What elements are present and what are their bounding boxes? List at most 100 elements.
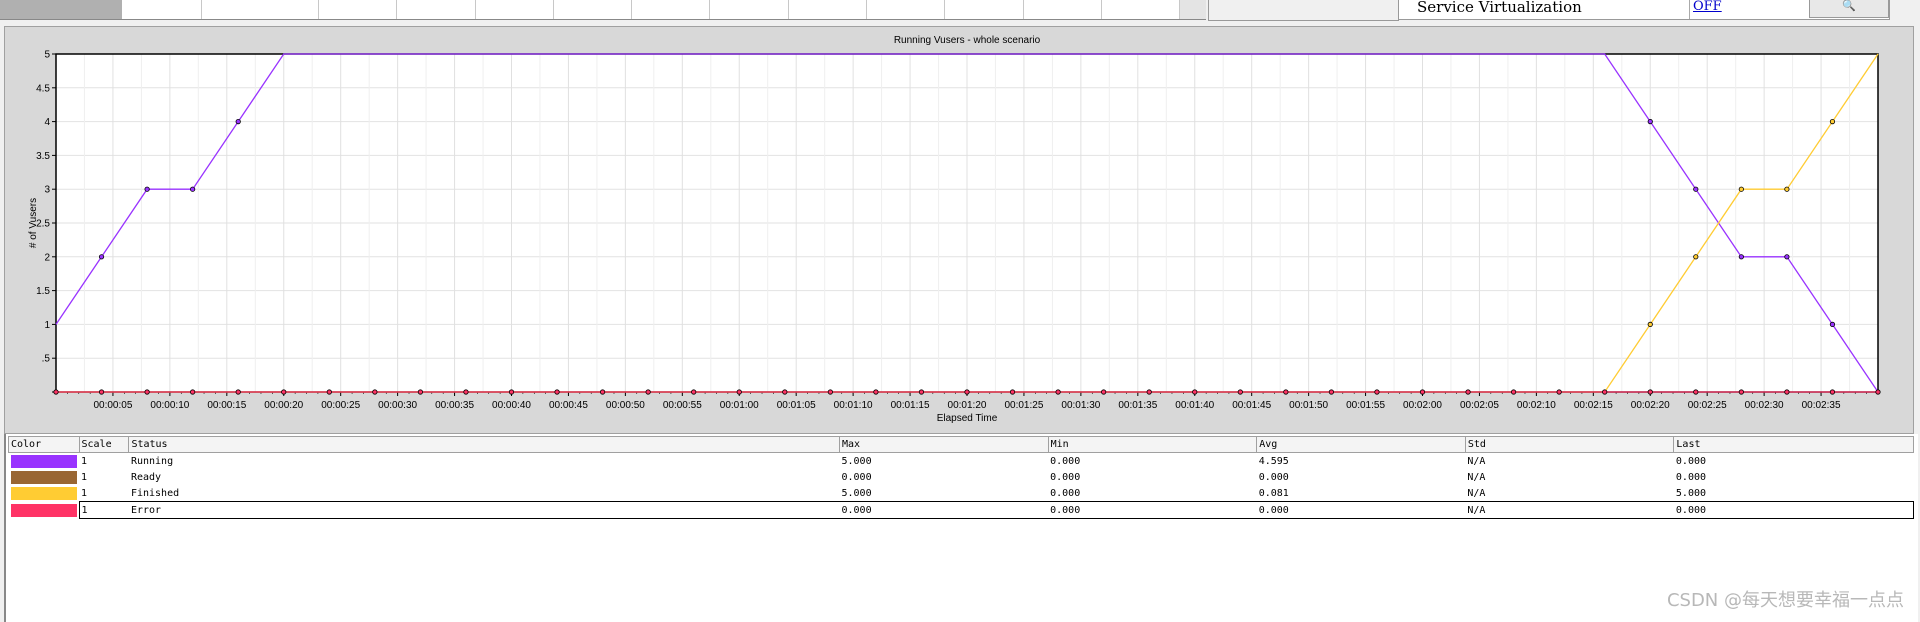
legend-row-running[interactable]: 1 Running 5.000 0.000 4.595 N/A 0.000 [9,453,1914,470]
legend-row-ready[interactable]: 1 Ready 0.000 0.000 0.000 N/A 0.000 [9,469,1914,485]
top-grid-cell [710,0,789,19]
top-grid-cell [1102,0,1181,19]
x-tick-label: 00:02:35 [1802,400,1841,411]
data-point-error [144,389,150,395]
legend-header-row: Color Scale Status Max Min Avg Std Last [8,436,1914,453]
color-swatch[interactable] [10,470,77,484]
legend-row-error[interactable]: 1 Error 0.000 0.000 0.000 N/A 0.000 [9,501,1914,519]
x-tick-label: 00:01:20 [948,400,987,411]
x-tick-label: 00:02:25 [1688,400,1727,411]
color-swatch[interactable] [10,503,77,517]
data-point-error [1009,389,1016,395]
data-point-finished [1693,254,1699,260]
watermark: CSDN @每天想要幸福一点点 [1666,590,1904,611]
data-point-error [1647,389,1653,395]
x-tick-label: 00:00:35 [435,400,474,411]
legend-header-scale[interactable]: Scale [78,436,130,453]
legend-cell-max: 5.000 [841,455,872,467]
top-grid-cell [632,0,711,19]
legend-cell-min: 0.000 [1050,487,1081,499]
data-point-error [1829,389,1836,395]
y-tick-label: 3 [44,185,50,196]
legend-cell-last: 0.000 [1675,455,1707,467]
legend-cell-std: N/A [1467,471,1486,483]
data-point-error [1101,389,1107,395]
color-swatch[interactable] [10,486,77,500]
x-tick-label: 00:01:00 [720,400,759,411]
top-grid-cell [945,0,1024,19]
top-grid-cell [1024,0,1102,19]
legend-table: Color Scale Status Max Min Avg Std Last 1 Runnin… [8,436,1914,519]
x-tick-label: 00:01:45 [1232,400,1271,411]
legend-cell-std: N/A [1467,455,1486,467]
legend-header-avg[interactable]: Avg [1256,436,1466,453]
data-point-error [736,389,742,395]
legend-color-cell[interactable] [9,502,80,519]
legend-header-status[interactable]: Status [128,436,840,453]
legend-header-color[interactable]: Color [8,436,80,453]
top-grid-scrollbar[interactable] [1180,0,1206,20]
top-grid-cell [202,0,320,19]
data-point-error [98,389,105,395]
data-point-running [1784,254,1790,260]
data-point-running [1693,186,1699,192]
data-point-error [645,389,651,395]
x-tick-label: 00:00:45 [549,400,588,411]
legend-cell-status: Ready [130,471,162,483]
data-point-error [1784,389,1790,395]
x-tick-label: 00:00:20 [264,400,303,411]
data-point-running [190,186,196,192]
data-point-error [372,389,378,395]
y-tick-label: 4 [44,117,50,128]
x-tick-label: 00:01:30 [1061,400,1100,411]
legend-color-cell[interactable] [9,453,80,470]
legend-cell-max: 0.000 [841,471,872,483]
data-point-error [1055,389,1061,395]
legend-panel: Color Scale Status Max Min Avg Std Last 1 Runnin… [4,434,1918,622]
top-grid-cell [554,0,633,19]
data-point-error [326,389,332,395]
color-swatch[interactable] [10,454,77,468]
y-tick-label: 5 [44,50,50,61]
legend-cell-avg: 0.000 [1256,501,1466,519]
data-point-error [1146,389,1152,395]
legend-cell-avg: 4.595 [1258,455,1289,467]
legend-row-finished[interactable]: 1 Finished 5.000 0.000 0.081 N/A 5.000 [9,485,1914,502]
legend-color-cell[interactable] [9,469,80,485]
data-point-error [1511,389,1517,395]
data-point-error [1738,389,1744,395]
legend-header-min[interactable]: Min [1047,436,1258,453]
legend-cell-max: 0.000 [839,501,1049,519]
x-tick-label: 00:02:20 [1631,400,1670,411]
legend-header-last[interactable]: Last [1673,436,1914,453]
legend-header-max[interactable]: Max [839,436,1049,453]
x-tick-label: 00:01:50 [1289,400,1328,411]
x-tick-label: 00:02:15 [1574,400,1613,411]
data-point-running [1647,119,1653,125]
x-tick-label: 00:02:00 [1403,400,1442,411]
data-point-error [1328,389,1335,395]
data-point-error [1556,389,1562,395]
legend-cell-avg: 0.081 [1258,487,1289,499]
data-point-finished [1784,186,1790,192]
legend-header-std[interactable]: Std [1464,436,1675,453]
running-vusers-chart: Running Vusers - whole scenario.511.522.… [28,35,1881,424]
data-point-error [190,389,196,395]
legend-cell-status: Error [128,501,840,519]
x-tick-label: 00:00:40 [492,400,531,411]
x-tick-label: 00:01:10 [834,400,873,411]
x-axis-label: Elapsed Time [937,413,998,424]
data-point-error [1875,389,1881,395]
data-point-error [554,389,560,395]
top-grid-cell [122,0,203,19]
x-tick-label: 00:01:40 [1175,400,1214,411]
data-point-running [98,254,105,260]
search-button[interactable]: 🔍 [1809,0,1889,18]
legend-color-cell[interactable] [9,485,80,502]
top-grid-cell [867,0,946,19]
service-virtualization-status-link[interactable]: OFF [1693,0,1722,14]
data-point-error [1237,389,1243,395]
x-tick-label: 00:00:25 [321,400,360,411]
data-point-error [1419,389,1426,395]
y-tick-label: 1.5 [36,286,50,297]
